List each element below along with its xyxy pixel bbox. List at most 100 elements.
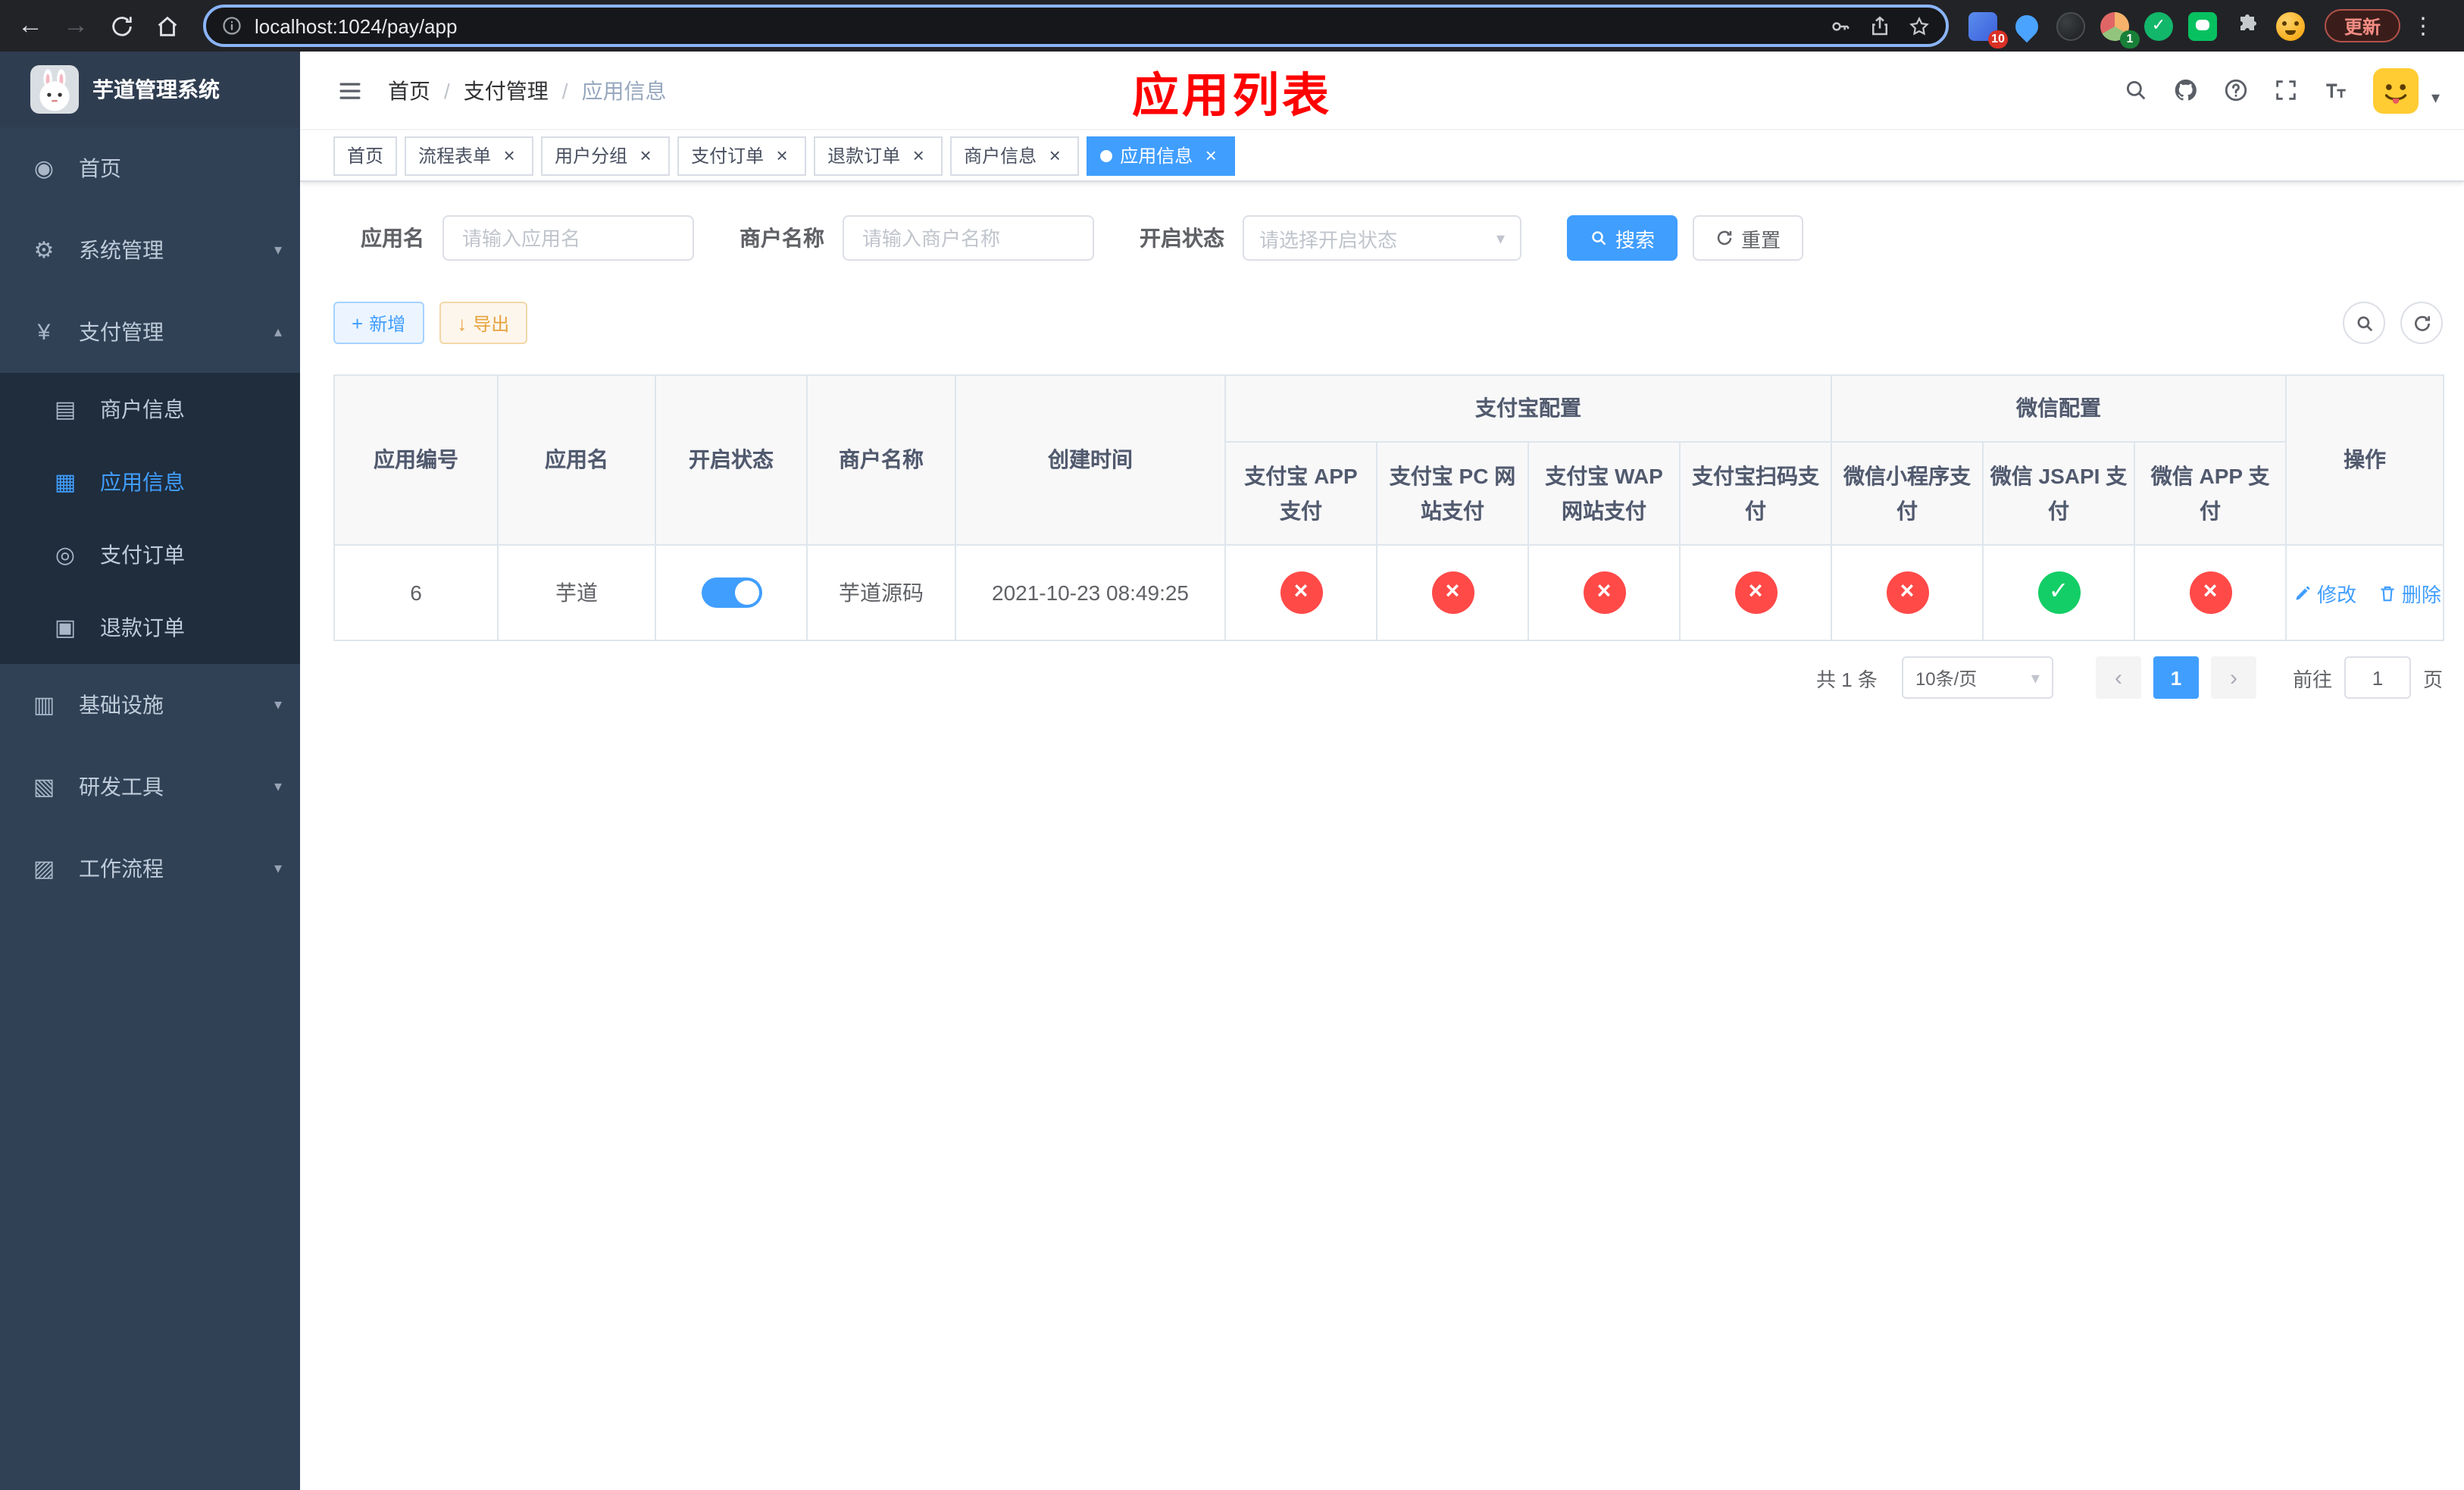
wechat-jsapi-status-icon: ✓: [2037, 571, 2080, 614]
user-avatar[interactable]: [2373, 67, 2419, 113]
tab-close-icon[interactable]: ×: [1044, 145, 1065, 166]
add-button[interactable]: + 新增: [333, 302, 424, 344]
goto-label: 前往: [2292, 668, 2332, 690]
browser-reload-button[interactable]: [100, 5, 142, 47]
sidebar-item-home[interactable]: ◉ 首页: [0, 127, 300, 209]
refund-icon: ▣: [54, 615, 77, 641]
col-wechat-app: 微信 APP 支付: [2133, 441, 2287, 546]
browser-menu-icon[interactable]: ⋮: [2409, 12, 2437, 39]
breadcrumb-app-info: 应用信息: [581, 78, 667, 102]
password-key-icon[interactable]: [1829, 14, 1852, 37]
status-select[interactable]: 请选择开启状态 ▾: [1243, 215, 1521, 261]
help-icon[interactable]: [2224, 77, 2250, 103]
payment-submenu: ▤ 商户信息 ▦ 应用信息 ◎ 支付订单 ▣ 退款订单: [0, 373, 300, 664]
tab-pay-order[interactable]: 支付订单 ×: [677, 136, 807, 175]
page-size-select[interactable]: 10条/页 ▾: [1901, 656, 2053, 699]
cell-wechat-jsapi: ✓: [1982, 544, 2135, 641]
chevron-down-icon[interactable]: ▾: [2431, 87, 2440, 107]
search-button[interactable]: 搜索: [1567, 215, 1678, 261]
browser-window: ← → localhost:1024/pay/app 10 1 ✓ 更新 ⋮ 芋…: [0, 0, 2464, 1490]
sidebar-item-pay-order[interactable]: ◎ 支付订单: [0, 518, 300, 591]
status-toggle[interactable]: [701, 578, 761, 608]
browser-forward-button[interactable]: →: [55, 5, 97, 47]
extension-icon-4[interactable]: 1: [2099, 10, 2140, 48]
tab-merchant-info[interactable]: 商户信息 ×: [950, 136, 1080, 175]
sidebar-item-app-info[interactable]: ▦ 应用信息: [0, 446, 300, 518]
browser-update-button[interactable]: 更新: [2325, 9, 2401, 42]
sidebar-item-label: 支付订单: [100, 543, 185, 567]
extension-icon-8[interactable]: [2275, 10, 2306, 42]
tab-close-icon[interactable]: ×: [908, 145, 929, 166]
font-size-icon[interactable]: [2324, 77, 2350, 103]
hamburger-icon[interactable]: [336, 77, 364, 104]
app-logo[interactable]: 芋道管理系统: [0, 52, 300, 127]
sidebar-item-merchant-info[interactable]: ▤ 商户信息: [0, 373, 300, 446]
col-wechat-mini: 微信小程序支付: [1831, 441, 1984, 546]
fullscreen-icon[interactable]: [2274, 77, 2300, 103]
tab-close-icon[interactable]: ×: [1200, 145, 1221, 166]
navbar-actions: ▾: [2124, 67, 2440, 113]
app-table: 应用编号 应用名 开启状态 商户名称 创建时间 支付宝配置 微信配置 操作 支付…: [333, 374, 2445, 641]
tab-close-icon[interactable]: ×: [771, 145, 793, 166]
extension-icon-5[interactable]: ✓: [2143, 10, 2175, 42]
sidebar-item-workflow[interactable]: ▨ 工作流程 ▾: [0, 828, 300, 909]
sidebar-item-devtools[interactable]: ▧ 研发工具 ▾: [0, 746, 300, 828]
refresh-icon: [2414, 315, 2430, 330]
tab-refund-order[interactable]: 退款订单 ×: [814, 136, 943, 175]
tab-label: 流程表单: [418, 146, 492, 167]
extension-icon-3[interactable]: [2055, 10, 2087, 42]
pagination: 共 1 条 10条/页 ▾ ‹ 1 › 前往 页: [333, 656, 2443, 699]
breadcrumb-separator: /: [561, 78, 568, 102]
chevron-down-icon: ▾: [2031, 669, 2040, 687]
browser-home-button[interactable]: [145, 5, 188, 47]
toggle-search-button[interactable]: [2343, 302, 2385, 344]
tab-user-group[interactable]: 用户分组 ×: [541, 136, 671, 175]
reset-button[interactable]: 重置: [1693, 215, 1804, 261]
site-info-icon[interactable]: [221, 15, 242, 36]
merchant-name-input[interactable]: [843, 215, 1094, 261]
col-group-alipay: 支付宝配置: [1224, 374, 1832, 443]
next-page-button[interactable]: ›: [2210, 656, 2256, 699]
tab-close-icon[interactable]: ×: [499, 145, 520, 166]
sidebar-item-system[interactable]: ⚙ 系统管理 ▾: [0, 209, 300, 291]
col-create-time: 创建时间: [955, 374, 1226, 546]
browser-back-button[interactable]: ←: [9, 5, 52, 47]
share-icon[interactable]: [1868, 14, 1891, 37]
tab-process-form[interactable]: 流程表单 ×: [405, 136, 534, 175]
extensions-puzzle-icon[interactable]: [2231, 10, 2262, 42]
merchant-icon: ▤: [54, 397, 77, 423]
plus-icon: +: [352, 311, 364, 334]
sidebar-item-payment[interactable]: ¥ 支付管理 ▴: [0, 291, 300, 373]
yen-icon: ¥: [37, 319, 51, 345]
sidebar-item-refund-order[interactable]: ▣ 退款订单: [0, 591, 300, 664]
extension-icon-6[interactable]: [2187, 10, 2219, 42]
address-bar[interactable]: localhost:1024/pay/app: [203, 5, 1949, 47]
delete-link[interactable]: 删除: [2378, 578, 2441, 607]
search-icon: [1592, 231, 1606, 246]
sidebar-item-label: 应用信息: [100, 470, 185, 494]
chevron-down-icon: ▾: [274, 778, 282, 795]
prev-page-button[interactable]: ‹: [2095, 656, 2141, 699]
app-name-input[interactable]: [442, 215, 694, 261]
github-icon[interactable]: [2174, 77, 2200, 103]
breadcrumb-payment[interactable]: 支付管理: [464, 75, 549, 105]
browser-extensions: 10 1 ✓: [1967, 9, 2306, 48]
edit-link[interactable]: 修改: [2293, 578, 2356, 607]
bookmark-star-icon[interactable]: [1908, 14, 1931, 37]
extension-icon-1[interactable]: 10: [1967, 10, 2008, 48]
export-button[interactable]: ↓ 导出: [439, 302, 528, 344]
goto-page-input[interactable]: [2344, 656, 2411, 699]
tab-home[interactable]: 首页: [333, 136, 398, 175]
tab-close-icon[interactable]: ×: [635, 145, 656, 166]
extension-icon-2[interactable]: [2010, 9, 2043, 42]
page-1-button[interactable]: 1: [2153, 656, 2199, 699]
sidebar-item-label: 商户信息: [100, 397, 185, 421]
url-text[interactable]: localhost:1024/pay/app: [255, 14, 457, 37]
breadcrumb-home[interactable]: 首页: [388, 75, 430, 105]
search-icon[interactable]: [2124, 77, 2150, 103]
sidebar-item-infrastructure[interactable]: ▥ 基础设施 ▾: [0, 664, 300, 746]
tab-app-info[interactable]: 应用信息 ×: [1087, 136, 1236, 175]
refresh-table-button[interactable]: [2400, 302, 2443, 344]
browser-toolbar: ← → localhost:1024/pay/app 10 1 ✓ 更新 ⋮: [0, 0, 2464, 52]
app-grid-icon: ▦: [54, 470, 77, 496]
